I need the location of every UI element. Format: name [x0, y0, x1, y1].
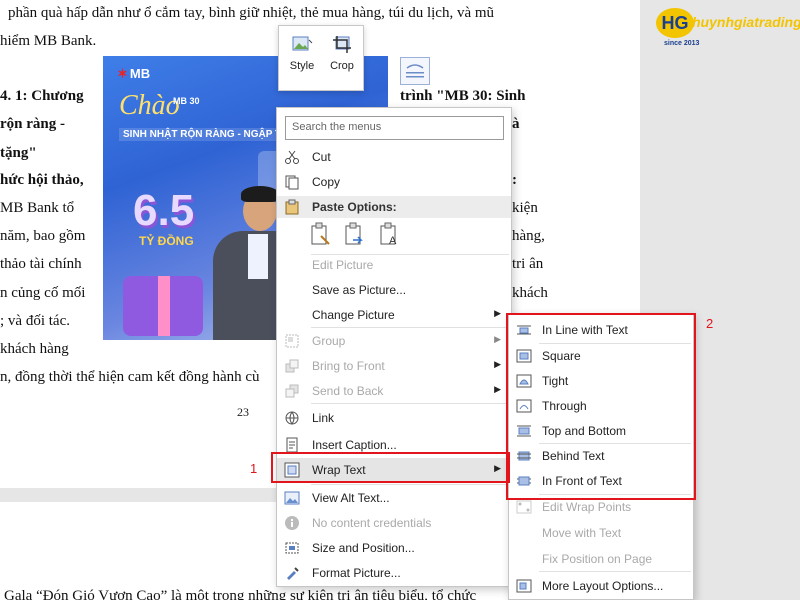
context-menu: Search the menus Cut Copy Paste Options:… [276, 107, 512, 587]
caption-icon [286, 437, 298, 453]
paste-options-header: Paste Options: [277, 196, 511, 218]
crop-button[interactable]: Crop [322, 32, 362, 84]
doc-line: tri ân [512, 256, 544, 272]
doc-line: tặng" [0, 145, 37, 161]
size-position-icon [285, 542, 299, 554]
wrap-more-layout[interactable]: More Layout Options... [509, 574, 693, 598]
man-shirt [248, 234, 268, 279]
group-icon [285, 334, 299, 348]
menu-item-cut[interactable]: Cut [277, 145, 511, 169]
send-to-back-icon [285, 384, 299, 398]
info-icon [285, 516, 299, 530]
menu-item-link[interactable]: Link [277, 406, 511, 430]
doc-line: năm, bao gồm [0, 228, 86, 244]
clipboard-icon [285, 199, 299, 215]
doc-line: phần quà hấp dẫn như ổ cắm tay, bình giữ… [8, 5, 495, 21]
doc-line: hiểm MB Bank. [0, 33, 97, 49]
annotation-label-2: 2 [706, 316, 714, 331]
wrap-fix-position: Fix Position on Page [542, 552, 653, 566]
bring-to-front-icon [285, 359, 299, 373]
doc-line: khách [512, 285, 548, 301]
man-hair [241, 186, 279, 202]
doc-line: thảo tài chính [0, 256, 82, 272]
doc-line: ; và đối tác. [0, 313, 70, 329]
wrap-move-with-text: Move with Text [542, 526, 622, 540]
menu-item-format-picture[interactable]: Format Picture... [277, 561, 511, 585]
doc-line: 4. 1: Chương [0, 88, 84, 104]
paste-keep-formatting-icon[interactable] [309, 222, 333, 248]
paste-options-row: A [309, 222, 408, 250]
copy-icon [285, 175, 299, 190]
banner-big-unit: TỶ ĐỒNG [139, 234, 194, 248]
banner-sub: MB 30 [173, 96, 200, 106]
brand-logo: HG huynhgiatrading since 2013 [656, 6, 800, 50]
menu-item-edit-picture: Edit Picture [312, 258, 374, 272]
banner-headline: SINH NHẬT RỘN RÀNG - NGẬP T [119, 128, 286, 141]
menu-item-send-to-back: Send to Back ▶ [277, 379, 511, 403]
menu-item-group: Group ▶ [277, 329, 511, 353]
doc-line: à [512, 116, 520, 132]
menu-item-bring-to-front: Bring to Front ▶ [277, 354, 511, 378]
doc-line: khách hàng [0, 341, 69, 357]
globe-link-icon [285, 411, 299, 425]
banner-greeting: Chào [119, 90, 180, 121]
annotation-label-1: 1 [250, 461, 258, 476]
page-number: 23 [237, 405, 249, 419]
menu-item-change-picture[interactable]: Change Picture ▶ [277, 303, 511, 327]
layout-options-icon[interactable] [400, 57, 430, 85]
doc-line: hức hội thảo, [0, 172, 84, 188]
submenu-arrow-icon: ▶ [494, 384, 501, 394]
menu-search-input[interactable]: Search the menus [285, 116, 504, 140]
paste-text-only-icon[interactable]: A [378, 222, 402, 248]
svg-text:A: A [389, 235, 397, 247]
doc-line: trình "MB 30: Sinh [400, 88, 526, 104]
picture-mini-toolbar: Style Crop [278, 25, 364, 91]
logo-since: since 2013 [664, 40, 700, 47]
logo-mark: HG [656, 8, 694, 38]
menu-item-save-as-picture[interactable]: Save as Picture... [277, 278, 511, 302]
edit-wrap-points-icon [516, 500, 532, 514]
annotation-box-1 [271, 452, 510, 483]
submenu-arrow-icon: ▶ [494, 334, 501, 344]
doc-line: n củng cố mối [0, 285, 86, 301]
annotation-box-2 [506, 313, 696, 500]
menu-item-copy[interactable]: Copy [277, 170, 511, 194]
layout-options-icon [516, 579, 532, 593]
paste-merge-icon[interactable] [343, 222, 367, 248]
style-icon [292, 36, 313, 51]
doc-line: n, đồng thời thể hiện cam kết đồng hành … [0, 369, 260, 385]
menu-item-content-credentials: No content credentials [277, 511, 511, 535]
style-button[interactable]: Style [282, 32, 322, 84]
submenu-arrow-icon: ▶ [494, 359, 501, 369]
doc-line: rộn ràng - [0, 116, 65, 132]
gift-ribbon [158, 276, 170, 336]
crop-icon [333, 36, 351, 53]
doc-line: MB Bank tổ [0, 200, 75, 216]
banner-big-number: 6.5 [133, 186, 195, 235]
menu-item-size-position[interactable]: Size and Position... [277, 536, 511, 560]
scissors-icon [285, 150, 299, 164]
doc-line: : [512, 172, 517, 188]
doc-line: Gala “Đón Gió Vươn Cao” là một trong nhữ… [4, 588, 477, 600]
doc-line: hàng, [512, 228, 545, 244]
logo-name: huynhgiatrading [692, 14, 800, 30]
mb-logo: ✶ MB [117, 66, 151, 81]
format-picture-icon [287, 567, 299, 580]
submenu-arrow-icon: ▶ [494, 308, 501, 318]
menu-item-view-alt-text[interactable]: View Alt Text... [277, 486, 511, 510]
alt-text-icon [284, 491, 300, 505]
doc-line: kiện [512, 200, 538, 216]
